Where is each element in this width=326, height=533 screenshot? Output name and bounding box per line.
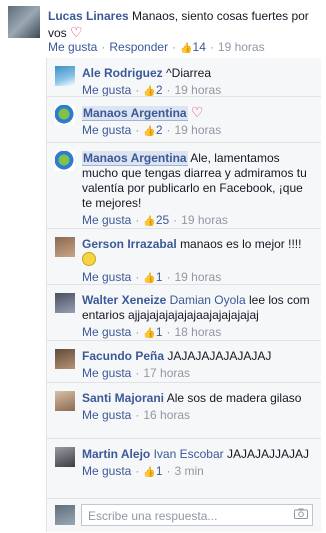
reply-item: Ale Rodriguez ^Diarrea Me gusta · 👍2 · 19 ho… — [47, 58, 321, 97]
author-name[interactable]: Facundo Peña — [82, 349, 164, 363]
camera-icon[interactable] — [294, 508, 308, 519]
smiley-emoji-icon — [82, 252, 96, 266]
reply-item: Gerson Irrazabal manaos es lo mejor !!!!… — [47, 228, 321, 284]
timestamp[interactable]: 19 horas — [175, 83, 222, 97]
avatar[interactable] — [55, 391, 75, 411]
like-link[interactable]: Me gusta — [82, 464, 131, 478]
thumbs-up-icon: 👍 — [143, 328, 156, 339]
timestamp[interactable]: 17 horas — [143, 366, 190, 380]
like-link[interactable]: Me gusta — [82, 213, 131, 227]
avatar[interactable] — [55, 293, 75, 313]
like-link[interactable]: Me gusta — [82, 325, 131, 339]
like-count[interactable]: 1 — [156, 325, 163, 339]
like-count[interactable]: 2 — [156, 83, 163, 97]
mention-link[interactable]: Damian Oyola — [170, 293, 246, 307]
author-name[interactable]: Lucas Linares — [48, 9, 129, 23]
reply-item: Manaos Argentina ♡ Me gusta · 👍2 · 19 horas — [47, 96, 321, 142]
thumbs-up-icon: 👍 — [180, 43, 193, 54]
timestamp[interactable]: 19 horas — [175, 270, 222, 284]
reply-input[interactable] — [86, 506, 290, 526]
like-count[interactable]: 2 — [156, 123, 163, 137]
reply-item: Walter Xeneize Damian Oyola lee los come… — [47, 284, 321, 340]
like-link[interactable]: Me gusta — [82, 83, 131, 97]
like-count[interactable]: 14 — [193, 40, 206, 54]
main-comment: Lucas Linares Manaos, siento cosas fuert… — [0, 0, 326, 60]
reply-text: Ale sos de madera gilaso — [166, 391, 302, 405]
author-name[interactable]: Gerson Irrazabal — [82, 237, 177, 251]
reply-item: Martin Alejo Ivan Escobar JAJAJAJJAJAJ M… — [47, 438, 321, 498]
reply-item: Facundo Peña JAJAJAJAJAJAJAJ Me gusta · 17… — [47, 340, 321, 382]
like-count[interactable]: 1 — [156, 270, 163, 284]
replies-thread: Ale Rodriguez ^Diarrea Me gusta · 👍2 · 19 ho… — [46, 58, 321, 532]
avatar[interactable] — [55, 105, 75, 125]
timestamp[interactable]: 16 horas — [143, 408, 190, 422]
comment-body: Lucas Linares Manaos, siento cosas fuert… — [48, 8, 318, 41]
reply-text: JAJAJAJAJAJAJAJ — [167, 349, 272, 363]
timestamp[interactable]: 18 horas — [175, 325, 222, 339]
timestamp[interactable]: 19 horas — [218, 40, 265, 54]
like-link[interactable]: Me gusta — [48, 40, 97, 54]
like-link[interactable]: Me gusta — [82, 366, 131, 380]
reply-item: Santi Majorani Ale sos de madera gilaso … — [47, 382, 321, 438]
reply-input-box[interactable] — [81, 504, 313, 526]
avatar[interactable] — [55, 447, 75, 467]
reply-text: ^Diarrea — [166, 66, 211, 80]
author-name[interactable]: Walter Xeneize — [82, 293, 166, 307]
thumbs-up-icon: 👍 — [143, 467, 156, 478]
reply-text: manaos es lo mejor !!!! — [180, 237, 302, 251]
reply-text: JAJAJAJJAJAJ — [226, 447, 309, 461]
like-count[interactable]: 25 — [156, 213, 169, 227]
timestamp[interactable]: 19 horas — [181, 213, 228, 227]
avatar[interactable] — [55, 151, 75, 171]
avatar[interactable] — [55, 237, 75, 257]
reply-item: Manaos Argentina Ale, lamentamos mucho q… — [47, 142, 321, 228]
avatar[interactable] — [8, 6, 40, 38]
like-link[interactable]: Me gusta — [82, 123, 131, 137]
author-name[interactable]: Manaos Argentina — [82, 151, 188, 166]
heart-icon: ♡ — [190, 104, 204, 120]
avatar — [55, 505, 75, 525]
reply-link[interactable]: Responder — [109, 40, 168, 54]
thumbs-up-icon: 👍 — [143, 273, 156, 284]
heart-icon: ♡ — [70, 24, 83, 40]
author-name[interactable]: Ale Rodriguez — [82, 66, 163, 80]
comment-meta: Me gusta · Responder · 👍14 · 19 horas — [48, 40, 265, 54]
like-link[interactable]: Me gusta — [82, 270, 131, 284]
thumbs-up-icon: 👍 — [143, 126, 156, 137]
reply-composer — [47, 498, 321, 533]
mention-link[interactable]: Ivan Escobar — [154, 447, 224, 461]
author-name[interactable]: Santi Majorani — [82, 391, 164, 405]
like-link[interactable]: Me gusta — [82, 408, 131, 422]
avatar[interactable] — [55, 349, 75, 369]
timestamp[interactable]: 3 min — [175, 464, 204, 478]
like-count[interactable]: 1 — [156, 464, 163, 478]
timestamp[interactable]: 19 horas — [175, 123, 222, 137]
avatar[interactable] — [55, 66, 75, 86]
author-name[interactable]: Manaos Argentina — [82, 106, 188, 121]
thumbs-up-icon: 👍 — [143, 216, 156, 227]
author-name[interactable]: Martin Alejo — [82, 447, 150, 461]
